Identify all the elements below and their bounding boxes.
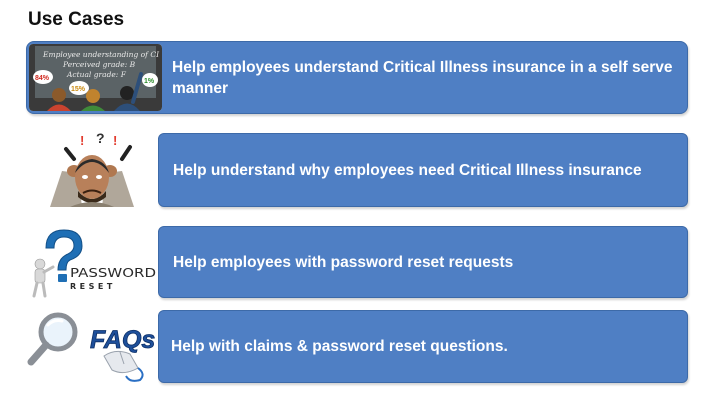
svg-text:?: ?	[96, 133, 105, 146]
use-case-row-4: Help with claims & password reset questi…	[26, 310, 688, 383]
svg-text:!: !	[113, 133, 117, 148]
bubble-1: 84%	[35, 75, 50, 82]
chalk-line-1: Employee understanding of CI	[42, 50, 160, 59]
faq-magnifier-icon: FAQs	[26, 310, 158, 383]
bubble-3: 1%	[144, 78, 155, 85]
use-case-row-3: Help employees with password reset reque…	[26, 226, 688, 298]
chalk-line-2: Perceived grade: B	[62, 60, 136, 69]
chalk-line-3: Actual grade: F	[66, 70, 127, 79]
use-case-bar-3[interactable]: Help employees with password reset reque…	[158, 226, 688, 298]
password-word: PASSWORD	[70, 265, 156, 280]
svg-text:!: !	[80, 133, 84, 148]
use-case-row-2: Help understand why employees need Criti…	[26, 133, 688, 207]
reset-word: RESET	[70, 282, 116, 291]
use-case-text-3: Help employees with password reset reque…	[173, 253, 514, 271]
bubble-2: 15%	[71, 86, 86, 93]
page-title: Use Cases	[28, 9, 125, 30]
use-case-text-4: Help with claims & password reset questi…	[171, 338, 508, 355]
use-case-bar-2[interactable]: Help understand why employees need Criti…	[158, 133, 688, 207]
use-case-text-2: Help understand why employees need Criti…	[173, 161, 642, 179]
classroom-chalkboard-icon: Employee understanding of CI Perceived g…	[29, 44, 162, 111]
confused-person-icon: ! ? !	[26, 133, 158, 207]
use-case-bar-4[interactable]: Help with claims & password reset questi…	[158, 310, 688, 383]
password-reset-icon: PASSWORD RESET	[26, 226, 158, 298]
use-case-row-1: Help employees understand Critical Illne…	[26, 41, 688, 114]
faqs-word: FAQs	[90, 326, 155, 354]
